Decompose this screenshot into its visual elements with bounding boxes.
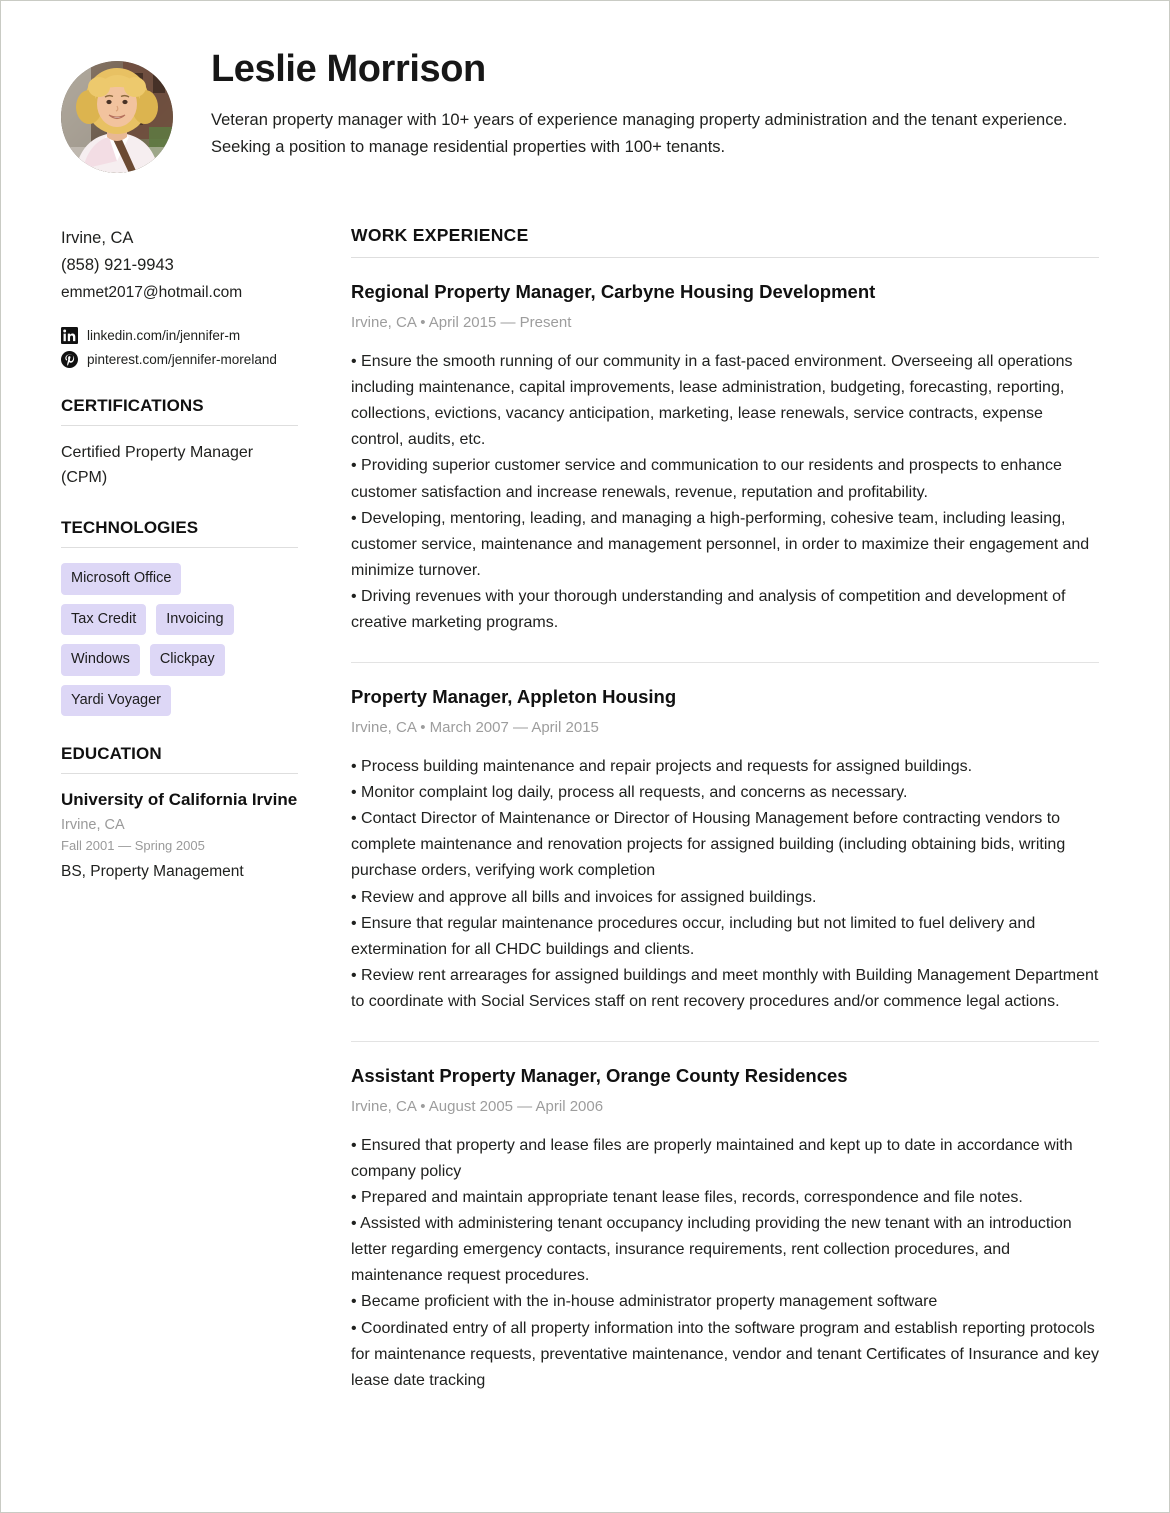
certifications-heading: CERTIFICATIONS bbox=[61, 396, 204, 416]
technologies-heading: TECHNOLOGIES bbox=[61, 518, 199, 538]
education-section: EDUCATION University of California Irvin… bbox=[61, 744, 298, 883]
education-location: Irvine, CA bbox=[61, 816, 125, 833]
job-bullet: • Became proficient with the in-house ad… bbox=[351, 1293, 938, 1311]
job-bullet: • Coordinated entry of all property info… bbox=[351, 1319, 1099, 1389]
education-divider bbox=[61, 773, 298, 775]
sidebar: Irvine, CA (858) 921-9943 emmet2017@hotm… bbox=[61, 225, 306, 883]
profile-summary: Veteran property manager with 10+ years … bbox=[211, 110, 1068, 156]
profile-photo-illustration bbox=[61, 61, 173, 173]
technologies-divider bbox=[61, 547, 298, 549]
job-bullets: • Process building maintenance and repai… bbox=[351, 754, 1099, 1015]
job-bullet: • Ensured that property and lease files … bbox=[351, 1137, 1073, 1181]
job-bullet: • Assisted with administering tenant occ… bbox=[351, 1215, 1072, 1285]
work-experience-heading: WORK EXPERIENCE bbox=[351, 225, 529, 245]
job-meta: Irvine, CA • April 2015 — Present bbox=[351, 314, 572, 332]
technologies-section: TECHNOLOGIES Microsoft Office Tax Credit… bbox=[61, 518, 298, 717]
job-entry: Assistant Property Manager, Orange Count… bbox=[351, 1042, 1099, 1394]
job-bullet: • Monitor complaint log daily, process a… bbox=[351, 784, 908, 802]
job-bullet: • Contact Director of Maintenance or Dir… bbox=[351, 810, 1066, 880]
social-link-linkedin-label: linkedin.com/in/jennifer-m bbox=[87, 327, 241, 343]
avatar bbox=[61, 61, 173, 173]
contact-phone: (858) 921-9943 bbox=[61, 256, 174, 275]
job-bullet: • Driving revenues with your thorough un… bbox=[351, 587, 1066, 631]
job-bullet: • Review and approve all bills and invoi… bbox=[351, 888, 817, 906]
social-link-pinterest-label: pinterest.com/jennifer-moreland bbox=[87, 351, 277, 367]
education-dates: Fall 2001 — Spring 2005 bbox=[61, 838, 205, 854]
job-bullet: • Ensure that regular maintenance proced… bbox=[351, 914, 1036, 958]
resume-page: Leslie Morrison Veteran property manager… bbox=[0, 0, 1170, 1513]
contact-location: Irvine, CA bbox=[61, 229, 134, 247]
job-entry: Property Manager, Appleton Housing Irvin… bbox=[351, 663, 1099, 1042]
header-text: Leslie Morrison Veteran property manager… bbox=[211, 47, 1099, 160]
contact-email: emmet2017@hotmail.com bbox=[61, 283, 243, 301]
technologies-tag-list: Microsoft Office Tax Credit Invoicing Wi… bbox=[61, 563, 276, 717]
technology-tag: Microsoft Office bbox=[61, 563, 182, 595]
job-meta: Irvine, CA • March 2007 — April 2015 bbox=[351, 719, 599, 737]
job-entry: Regional Property Manager, Carbyne Housi… bbox=[351, 258, 1099, 663]
education-degree: BS, Property Management bbox=[61, 862, 244, 880]
resume-header: Leslie Morrison Veteran property manager… bbox=[61, 47, 1099, 173]
certification-item: Certified Property Manager (CPM) bbox=[61, 444, 254, 486]
social-links: linkedin.com/in/jennifer-m pinterest.com… bbox=[61, 327, 298, 369]
resume-columns: Irvine, CA (858) 921-9943 emmet2017@hotm… bbox=[61, 225, 1099, 1394]
job-title: Property Manager, Appleton Housing bbox=[351, 685, 677, 707]
social-link-pinterest[interactable]: pinterest.com/jennifer-moreland bbox=[61, 351, 298, 369]
job-bullets: • Ensure the smooth running of our commu… bbox=[351, 349, 1099, 636]
technology-tag: Yardi Voyager bbox=[61, 684, 172, 717]
main-column: WORK EXPERIENCE Regional Property Manage… bbox=[306, 225, 1099, 1394]
job-meta: Irvine, CA • August 2005 — April 2006 bbox=[351, 1098, 604, 1116]
job-bullet: • Review rent arrearages for assigned bu… bbox=[351, 966, 1099, 1010]
pinterest-icon bbox=[61, 351, 78, 369]
technology-tag: Windows bbox=[61, 644, 140, 676]
technology-tag: Tax Credit bbox=[61, 603, 147, 636]
resume-content: Leslie Morrison Veteran property manager… bbox=[1, 1, 1169, 1512]
education-heading: EDUCATION bbox=[61, 744, 162, 764]
certifications-section: CERTIFICATIONS Certified Property Manage… bbox=[61, 396, 298, 490]
job-bullet: • Process building maintenance and repai… bbox=[351, 758, 973, 776]
job-bullet: • Prepared and maintain appropriate tena… bbox=[351, 1189, 1023, 1207]
technology-tag: Invoicing bbox=[156, 603, 234, 636]
job-bullets: • Ensured that property and lease files … bbox=[351, 1133, 1099, 1394]
page-title: Leslie Morrison bbox=[211, 48, 486, 90]
job-title: Regional Property Manager, Carbyne Housi… bbox=[351, 281, 876, 302]
job-bullet: • Providing superior customer service an… bbox=[351, 457, 1062, 501]
technology-tag: Clickpay bbox=[149, 644, 225, 676]
job-bullet: • Ensure the smooth running of our commu… bbox=[351, 353, 1073, 449]
linkedin-icon bbox=[61, 327, 78, 345]
certifications-divider bbox=[61, 425, 298, 427]
social-link-linkedin[interactable]: linkedin.com/in/jennifer-m bbox=[61, 327, 298, 345]
education-school: University of California Irvine bbox=[61, 790, 298, 810]
job-bullet: • Developing, mentoring, leading, and ma… bbox=[351, 509, 1090, 579]
job-title: Assistant Property Manager, Orange Count… bbox=[351, 1064, 848, 1086]
